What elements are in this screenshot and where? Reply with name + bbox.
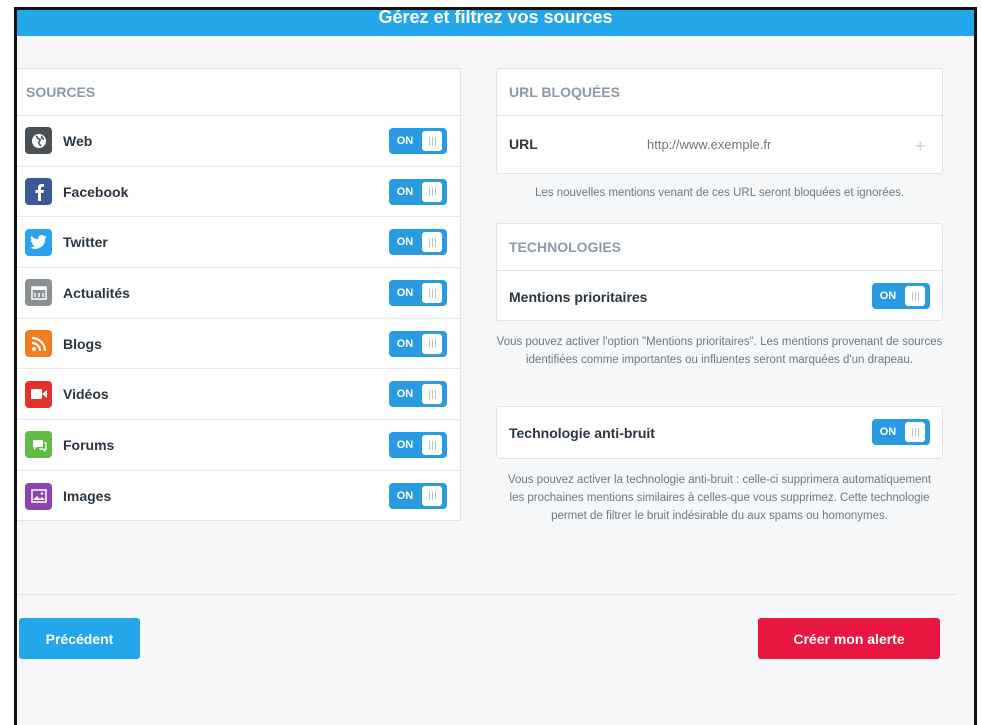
twitter-icon — [25, 228, 52, 256]
source-label: Forums — [63, 436, 115, 453]
source-label: Images — [63, 488, 112, 505]
blocked-url-panel: URL BLOQUÉES URL + — [496, 68, 943, 174]
url-label: URL — [509, 136, 538, 152]
toggle-on-label: ON — [396, 439, 414, 452]
rss-icon — [25, 330, 52, 358]
blocked-url-help: Les nouvelles mentions venant de ces URL… — [534, 187, 905, 199]
source-row: Vidéos ON — [17, 369, 460, 421]
page-frame: Gérez et filtrez vos sources SOURCES Web… — [14, 7, 977, 725]
toggle-knob-icon — [905, 286, 925, 306]
blocked-url-input[interactable] — [647, 132, 917, 156]
anti-noise-help: Vous pouvez activer la technologie anti-… — [507, 474, 932, 522]
source-row: Forums ON — [17, 420, 460, 471]
video-icon — [25, 380, 52, 408]
globe-icon — [25, 127, 52, 155]
source-toggle[interactable]: ON — [389, 330, 447, 357]
anti-noise-row: Technologie anti-bruit ON — [497, 407, 942, 460]
anti-noise-panel: Technologie anti-bruit ON — [496, 406, 943, 459]
toggle-knob-icon — [422, 435, 442, 456]
source-toggle[interactable]: ON — [389, 432, 447, 459]
toggle-on-label: ON — [396, 287, 414, 300]
toggle-on-label: ON — [396, 185, 414, 198]
toggle-on-label: ON — [396, 337, 414, 350]
add-url-plus-icon[interactable]: + — [915, 137, 926, 155]
anti-noise-toggle[interactable]: ON — [872, 419, 930, 445]
sources-panel: SOURCES Web ON Facebook ON Twitter ON Actualit… — [17, 68, 461, 522]
priority-mentions-help: Vous pouvez activer l'option "Mentions p… — [496, 336, 943, 366]
source-row: Actualités ON — [17, 268, 460, 319]
facebook-icon — [25, 178, 52, 206]
footer-divider — [17, 594, 957, 595]
toggle-on-label: ON — [396, 135, 414, 147]
image-icon — [25, 482, 52, 510]
source-toggle[interactable]: ON — [389, 280, 447, 307]
blocked-url-title: URL BLOQUÉES — [497, 69, 942, 116]
source-label: Vidéos — [63, 386, 109, 403]
priority-mentions-label: Mentions prioritaires — [509, 289, 648, 305]
anti-noise-label: Technologie anti-bruit — [509, 425, 655, 441]
technologies-panel: TECHNOLOGIES Mentions prioritaires ON — [496, 223, 943, 321]
source-label: Blogs — [63, 335, 102, 352]
previous-button[interactable]: Précédent — [19, 618, 140, 659]
toggle-knob-icon — [905, 422, 925, 442]
source-label: Facebook — [63, 183, 129, 200]
toggle-on-label: ON — [396, 236, 414, 249]
source-label: Twitter — [63, 234, 108, 251]
source-toggle[interactable]: ON — [389, 229, 447, 256]
source-row: Blogs ON — [17, 319, 460, 370]
toggle-knob-icon — [422, 333, 442, 354]
toggle-on-label: ON — [396, 489, 414, 502]
page-title: Gérez et filtrez vos sources — [378, 7, 613, 27]
toggle-knob-icon — [422, 283, 442, 304]
toggle-knob-icon — [422, 485, 442, 506]
source-toggle[interactable]: ON — [389, 178, 447, 205]
toggle-knob-icon — [422, 131, 442, 151]
blocked-url-row: URL + — [497, 116, 942, 174]
toggle-knob-icon — [422, 181, 442, 202]
source-row: Facebook ON — [17, 167, 460, 218]
priority-mentions-row: Mentions prioritaires ON — [497, 271, 942, 321]
toggle-on-label: ON — [879, 290, 897, 302]
page-header: Gérez et filtrez vos sources — [17, 7, 974, 36]
source-label: Web — [63, 132, 93, 149]
source-row: Web ON — [17, 116, 460, 167]
toggle-knob-icon — [422, 384, 442, 405]
source-toggle[interactable]: ON — [389, 482, 447, 509]
forum-icon — [25, 431, 52, 459]
technologies-title: TECHNOLOGIES — [497, 224, 942, 271]
source-label: Actualités — [63, 284, 130, 301]
sources-list: Web ON Facebook ON Twitter ON Actualités ON Blog… — [17, 116, 460, 522]
sources-title: SOURCES — [17, 69, 460, 116]
toggle-on-label: ON — [396, 388, 414, 401]
priority-mentions-toggle[interactable]: ON — [872, 283, 930, 309]
toggle-on-label: ON — [879, 426, 897, 438]
news-icon — [25, 279, 52, 307]
source-toggle[interactable]: ON — [389, 128, 447, 154]
create-alert-button[interactable]: Créer mon alerte — [758, 618, 940, 659]
source-row: Images ON — [17, 471, 460, 522]
toggle-knob-icon — [422, 232, 442, 253]
source-row: Twitter ON — [17, 217, 460, 269]
source-toggle[interactable]: ON — [389, 381, 447, 408]
